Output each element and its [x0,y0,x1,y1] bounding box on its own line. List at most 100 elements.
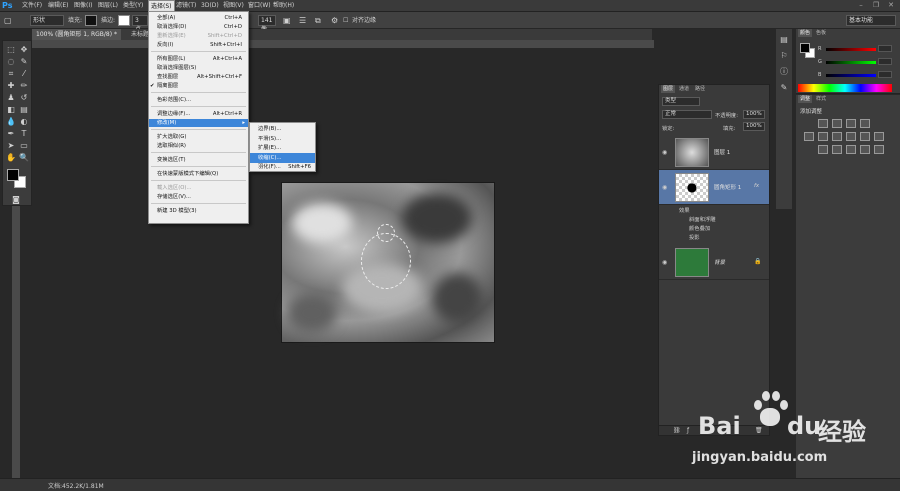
path-align-icon[interactable]: ☰ [299,15,306,26]
workspace-select[interactable]: 基本功能 [846,15,896,26]
history-panel-icon[interactable]: ▤ [779,35,789,45]
pen-tool-icon[interactable]: ✒ [6,129,16,139]
menu-all-layers[interactable]: 所有图层(L) Alt+Ctrl+A [149,55,248,63]
link-layers-icon[interactable]: ⛓ [673,427,681,434]
dodge-tool-icon[interactable]: ◐ [19,117,29,127]
path-select-tool-icon[interactable]: ➤ [6,141,16,151]
shape-tool-icon[interactable]: ▭ [19,141,29,151]
eyedropper-tool-icon[interactable]: ⁄ [19,69,29,79]
layer-kind-filter[interactable]: 类型 [662,97,700,106]
visibility-eye-icon[interactable]: ◉ [662,259,667,266]
shape-mode-select[interactable]: 形状 [30,15,64,26]
fg-color-swatch[interactable] [800,43,810,53]
blue-input[interactable] [878,71,892,78]
tab-swatches[interactable]: 色板 [814,29,828,37]
foreground-color-swatch[interactable] [7,169,19,181]
hue-saturation-icon[interactable] [818,132,828,141]
menu-help[interactable]: 帮助(H) [273,0,294,12]
close-icon[interactable]: ✕ [884,0,898,11]
layer-row[interactable]: ◉ 图层 1 [659,135,769,170]
menu-similar[interactable]: 选取相似(R) [149,142,248,150]
menu-layer[interactable]: 图层(L) [98,0,118,12]
menu-new-3d-extrusion[interactable]: 新建 3D 模型(3) [149,207,248,215]
info-panel-icon[interactable]: ⓘ [779,67,789,77]
menu-image[interactable]: 图像(I) [74,0,92,12]
tab-current-doc[interactable]: 100% (圆角矩形 1, RGB/8) * [32,29,121,40]
zoom-tool-icon[interactable]: 🔍 [19,153,29,163]
tab-channels[interactable]: 通道 [677,85,691,93]
marquee-tool-icon[interactable]: ⬚ [6,45,16,55]
height-input[interactable]: 141 像 [258,15,276,33]
color-balance-icon[interactable] [832,132,842,141]
fill-swatch[interactable] [85,15,97,26]
gear-icon[interactable]: ⚙ [331,15,338,26]
tab-color[interactable]: 颜色 [798,29,813,37]
menu-quick-mask[interactable]: 在快速蒙版模式下编辑(Q) [149,170,248,178]
submenu-feather[interactable]: 羽化(F)... Shift+F6 [250,162,315,172]
vibrance-icon[interactable] [804,132,814,141]
layer-row-selected[interactable]: ◉ ● 圆角矩形 1 fx [659,170,769,205]
selective-color-icon[interactable] [874,145,884,154]
blur-tool-icon[interactable]: 💧 [6,117,16,127]
stroke-width-input[interactable]: 3 点 [132,15,148,33]
green-slider[interactable] [826,61,876,64]
menu-select-all[interactable]: 全部(A) Ctrl+A [149,14,248,22]
menu-color-range[interactable]: 色彩范围(C)... [149,96,248,104]
blend-mode-select[interactable]: 正常 [662,110,712,119]
threshold-icon[interactable] [846,145,856,154]
curves-icon[interactable] [846,119,856,128]
menu-type[interactable]: 类型(Y) [123,0,143,12]
red-input[interactable] [878,45,892,52]
move-tool-icon[interactable]: ✥ [19,45,29,55]
eraser-tool-icon[interactable]: ◧ [6,105,16,115]
effect-item[interactable]: 斜面和浮雕 [689,216,716,224]
path-ops-icon[interactable]: ▣ [283,15,291,26]
photo-filter-icon[interactable] [860,132,870,141]
restore-icon[interactable]: ❐ [869,0,883,11]
color-spectrum-bar[interactable] [798,84,892,92]
brush-panel-icon[interactable]: ✎ [779,83,789,93]
tab-layers[interactable]: 图层 [661,85,676,93]
stroke-swatch[interactable] [118,15,130,26]
levels-icon[interactable] [832,119,842,128]
visibility-eye-icon[interactable]: ◉ [662,184,667,191]
tab-adjustments[interactable]: 调整 [798,95,813,103]
menu-refine-edge[interactable]: 调整边缘(F)... Alt+Ctrl+R [149,110,248,118]
brush-tool-icon[interactable]: ✏ [19,81,29,91]
tab-styles[interactable]: 样式 [814,95,828,103]
menu-transform-selection[interactable]: 变换选区(T) [149,156,248,164]
healing-tool-icon[interactable]: ✚ [6,81,16,91]
type-tool-icon[interactable]: T [19,129,29,139]
effect-item[interactable]: 颜色叠加 [689,225,710,233]
properties-panel-icon[interactable]: ⚐ [779,51,789,61]
layer-row[interactable]: ◉ 背景 🔒 [659,245,769,280]
menu-save-selection[interactable]: 存储选区(V)... [149,193,248,201]
menu-window[interactable]: 窗口(W) [248,0,271,12]
channel-mixer-icon[interactable] [874,132,884,141]
black-white-icon[interactable] [846,132,856,141]
blue-slider[interactable] [826,74,876,77]
hand-tool-icon[interactable]: ✋ [6,153,16,163]
menu-inverse[interactable]: 反向(I) Shift+Ctrl+I [149,41,248,49]
lasso-tool-icon[interactable]: ◌ [6,57,16,67]
minimize-icon[interactable]: – [854,0,868,11]
crop-tool-icon[interactable]: ⌗ [6,69,16,79]
fill-input[interactable]: 100% [743,122,765,131]
menu-deselect-layers[interactable]: 取消选择图层(S) [149,64,248,72]
fx-badge[interactable]: fx [754,183,759,189]
gradient-map-icon[interactable] [860,145,870,154]
menu-reselect[interactable]: 重新选择(E) Shift+Ctrl+D [149,32,248,40]
effect-item[interactable]: 投影 [689,234,700,242]
menu-grow[interactable]: 扩大选取(G) [149,133,248,141]
submenu-border[interactable]: 边界(B)... [250,124,315,134]
visibility-eye-icon[interactable]: ◉ [662,149,667,156]
quick-mask-icon[interactable]: ◙ [11,195,21,205]
posterize-icon[interactable] [832,145,842,154]
menu-deselect[interactable]: 取消选择(D) Ctrl+D [149,23,248,31]
quick-select-tool-icon[interactable]: ✎ [19,57,29,67]
tab-paths[interactable]: 路径 [693,85,707,93]
fx-add-icon[interactable]: ƒ [687,427,689,434]
submenu-expand[interactable]: 扩展(E)... [250,143,315,153]
menu-isolate-layers[interactable]: ✔ 隔离图层 [149,82,248,90]
green-input[interactable] [878,58,892,65]
